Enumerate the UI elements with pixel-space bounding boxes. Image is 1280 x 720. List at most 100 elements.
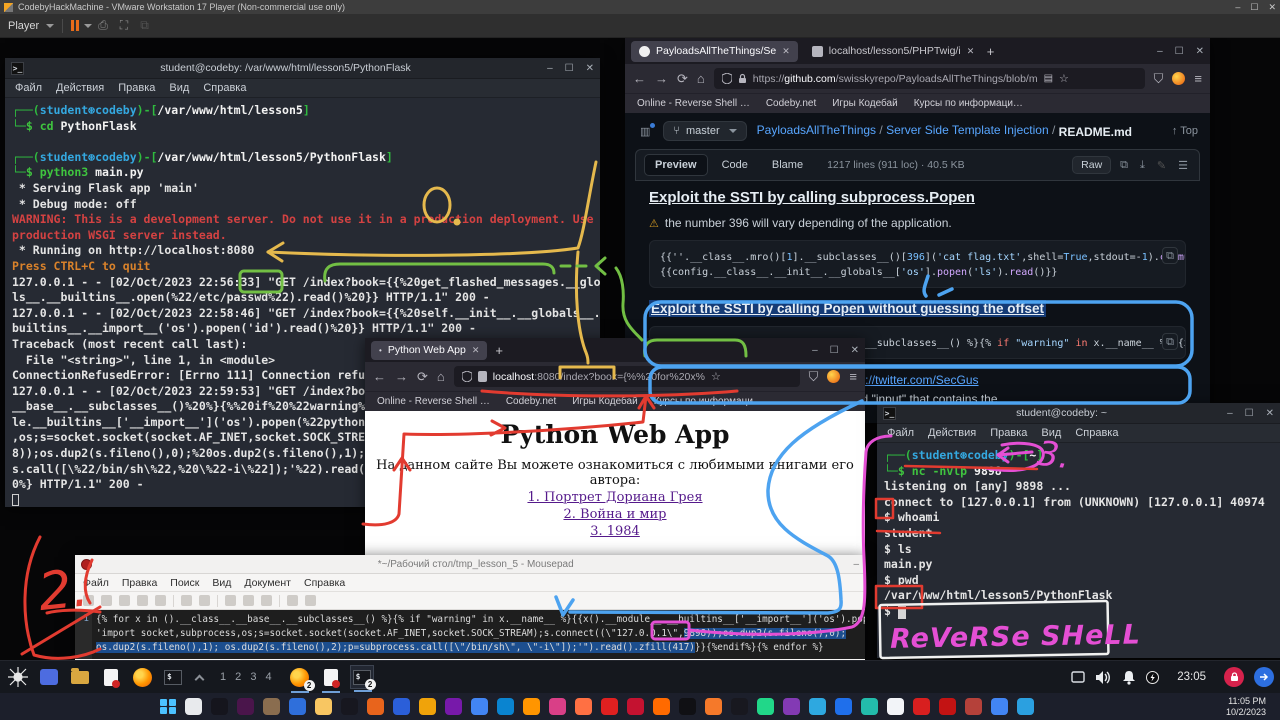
app-menu-icon[interactable]: [6, 665, 30, 689]
terminal-flask-titlebar[interactable]: >_ student@codeby: /var/www/html/lesson5…: [5, 58, 600, 79]
back-icon[interactable]: ←: [373, 369, 386, 384]
ssti-popen-heading[interactable]: Exploit the SSTI by calling Popen withou…: [649, 301, 1186, 316]
menu-item[interactable]: Правка: [990, 427, 1027, 439]
shop-app-icon[interactable]: [601, 698, 618, 715]
url-bar[interactable]: https://github.com/swisskyrepo/PayloadsA…: [714, 68, 1145, 89]
workspace-switcher-icon[interactable]: [37, 665, 61, 689]
menu-item[interactable]: Справка: [203, 82, 246, 94]
minimize-button[interactable]: –: [853, 559, 859, 570]
url-bar[interactable]: localhost:8080/index?book={%%20for%20x% …: [454, 366, 800, 387]
media-app-icon[interactable]: [549, 698, 566, 715]
home-icon[interactable]: ⌂: [437, 369, 445, 384]
code-block-subprocess[interactable]: {{''.__class__.mro()[1].__subclasses__()…: [649, 240, 1186, 288]
portrait-app-icon[interactable]: [263, 698, 280, 715]
copy-code-icon[interactable]: ⧉: [1162, 247, 1178, 264]
menu-item[interactable]: Правка: [122, 577, 157, 589]
save-icon[interactable]: [119, 595, 130, 606]
reload-icon[interactable]: ⟳: [677, 71, 688, 87]
back-icon[interactable]: ←: [633, 71, 646, 86]
chrome-profile-icon[interactable]: [991, 698, 1008, 715]
player-menu[interactable]: Player: [8, 20, 39, 32]
search-replace-icon[interactable]: [305, 595, 316, 606]
vscode-icon[interactable]: [809, 698, 826, 715]
firefox-account-icon[interactable]: [1172, 72, 1185, 85]
tab-close-icon[interactable]: ✕: [472, 345, 480, 356]
menu-item[interactable]: Действия: [56, 82, 104, 94]
cinema4d-icon[interactable]: [679, 698, 696, 715]
redo-icon[interactable]: [199, 595, 210, 606]
window-tray-icon[interactable]: [1071, 671, 1085, 683]
menu-item[interactable]: Файл: [83, 577, 109, 589]
firefox-account-icon[interactable]: [827, 370, 840, 383]
close-button[interactable]: ✕: [1266, 408, 1274, 419]
bell-icon[interactable]: [1122, 670, 1136, 685]
bookmark-star-icon[interactable]: ☆: [711, 370, 721, 383]
file-explorer-icon[interactable]: [315, 698, 332, 715]
menu-item[interactable]: Online - Reverse Shell …: [377, 396, 490, 407]
breadcrumb-repo[interactable]: PayloadsAllTheThings: [757, 123, 876, 137]
minimize-button[interactable]: –: [812, 345, 818, 356]
menu-item[interactable]: Курсы по информаци…: [914, 98, 1023, 109]
mousepad-titlebar[interactable]: *~/Рабочий стол/tmp_lesson_5 - Mousepad …: [75, 555, 865, 574]
menu-item[interactable]: Курсы по информаци…: [654, 396, 763, 407]
menu-item[interactable]: Вид: [1041, 427, 1061, 439]
slack-icon[interactable]: [237, 698, 254, 715]
half-orange-app-icon[interactable]: [653, 698, 670, 715]
security-app-icon[interactable]: [835, 698, 852, 715]
tab-code[interactable]: Code: [712, 155, 758, 175]
vm-clock[interactable]: 23:05: [1177, 671, 1206, 683]
menu-item[interactable]: Документ: [244, 577, 291, 589]
lock-screen-icon[interactable]: [1224, 667, 1244, 687]
f-app-icon[interactable]: [627, 698, 644, 715]
outline-icon[interactable]: ☰: [1175, 159, 1191, 172]
firefox-icon[interactable]: [523, 698, 540, 715]
carrot-app-icon[interactable]: [575, 698, 592, 715]
copy-icon[interactable]: [243, 595, 254, 606]
copy-code-icon[interactable]: ⧉: [1162, 333, 1178, 350]
taskbar-terminal-window[interactable]: $2: [350, 665, 374, 689]
menu-item[interactable]: Файл: [887, 427, 914, 439]
telegram-icon[interactable]: [1017, 698, 1034, 715]
menu-item[interactable]: Online - Reverse Shell …: [637, 98, 750, 109]
menu-item[interactable]: Вид: [169, 82, 189, 94]
book-link-3[interactable]: 3. 1984: [365, 524, 865, 539]
menu-item[interactable]: Игры Кодебай: [832, 98, 897, 109]
download-icon[interactable]: ⤓: [1137, 159, 1148, 172]
fullscreen-icon[interactable]: ⛶: [120, 18, 128, 33]
close-button[interactable]: ✕: [851, 345, 859, 356]
undo-icon[interactable]: [181, 595, 192, 606]
file-manager-icon[interactable]: [68, 665, 92, 689]
menu-item[interactable]: Справка: [304, 577, 345, 589]
terminal-nc-output[interactable]: ┌──(student⊛codeby)-[~]└─$ nc -nvlp 9898…: [877, 443, 1280, 658]
menu-item[interactable]: Codeby.net: [506, 396, 556, 407]
unreal-icon[interactable]: [731, 698, 748, 715]
maximize-button[interactable]: ☐: [565, 63, 574, 74]
vmware-maximize-button[interactable]: ☐: [1250, 2, 1258, 13]
breadcrumb-dir[interactable]: Server Side Template Injection: [886, 123, 1049, 137]
volume-icon[interactable]: [1095, 670, 1112, 685]
power-manager-icon[interactable]: [1146, 671, 1159, 684]
tab-close-icon[interactable]: ✕: [967, 46, 975, 57]
firefox-launcher-icon[interactable]: [130, 665, 154, 689]
menu-item[interactable]: Файл: [15, 82, 42, 94]
tab-preview[interactable]: Preview: [644, 154, 708, 176]
text-editor-launcher-icon[interactable]: [99, 665, 123, 689]
start-button-icon[interactable]: [160, 699, 176, 715]
forward-icon[interactable]: →: [655, 71, 668, 86]
workspace-numbers[interactable]: 1 2 3 4: [220, 671, 275, 683]
reload-icon[interactable]: ⟳: [417, 369, 428, 385]
menu-icon[interactable]: ≡: [849, 369, 857, 384]
menu-item[interactable]: Справка: [1075, 427, 1118, 439]
minimize-button[interactable]: –: [1227, 408, 1233, 419]
search-icon[interactable]: [185, 698, 202, 715]
kali-app-icon[interactable]: [887, 698, 904, 715]
edge-icon[interactable]: [497, 698, 514, 715]
terminal-nc-titlebar[interactable]: >_ student@codeby: ~ – ☐ ✕: [877, 403, 1280, 424]
menu-item[interactable]: Поиск: [170, 577, 199, 589]
minimize-button[interactable]: –: [547, 63, 553, 74]
open-file-icon[interactable]: [101, 595, 112, 606]
forward-icon[interactable]: →: [395, 369, 408, 384]
reader-mode-icon[interactable]: ▤: [1044, 73, 1053, 84]
blender-icon[interactable]: [705, 698, 722, 715]
htb-app-icon[interactable]: [861, 698, 878, 715]
